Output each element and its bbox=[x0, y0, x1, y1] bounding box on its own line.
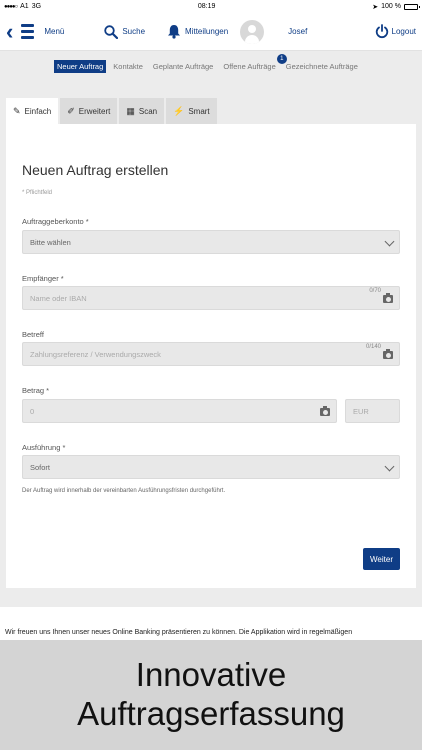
tab-einfach[interactable]: ✎ Einfach bbox=[6, 98, 59, 124]
recipient-input[interactable]: Name oder IBAN 0/70 bbox=[22, 286, 400, 310]
status-left: ●●●●○ A1 3G bbox=[4, 3, 41, 10]
recipient-placeholder: Name oder IBAN bbox=[30, 293, 87, 303]
camera-icon[interactable] bbox=[320, 406, 330, 416]
status-right: ➤ 100 % bbox=[372, 3, 420, 11]
avatar-body bbox=[245, 34, 260, 44]
bell-icon bbox=[168, 25, 181, 39]
account-label: Auftraggeberkonto * bbox=[22, 217, 89, 226]
logout-label: Logout bbox=[391, 27, 416, 36]
execution-help-text: Der Auftrag wird innerhalb der vereinbar… bbox=[22, 488, 226, 494]
power-icon bbox=[375, 24, 388, 38]
sub-navigation: Neuer Auftrag Kontakte Geplante Aufträge… bbox=[0, 51, 422, 81]
subnav-planned-orders[interactable]: Geplante Aufträge bbox=[150, 60, 216, 73]
magic-wand-icon: ⚡ bbox=[173, 105, 185, 116]
recipient-counter: 0/70 bbox=[369, 288, 381, 294]
subnav-contacts[interactable]: Kontakte bbox=[110, 60, 146, 73]
execution-select[interactable]: Sofort bbox=[22, 455, 400, 479]
location-arrow-icon: ➤ bbox=[372, 3, 379, 11]
status-bar: ●●●●○ A1 3G 08:19 ➤ 100 % bbox=[0, 0, 422, 13]
next-button[interactable]: Weiter bbox=[363, 548, 400, 570]
hamburger-icon bbox=[21, 24, 35, 39]
currency-field: EUR bbox=[345, 399, 400, 423]
required-note: * Pflichtfeld bbox=[22, 190, 53, 196]
chevron-down-icon bbox=[384, 461, 395, 472]
back-icon[interactable]: ‹ bbox=[6, 20, 13, 43]
carrier-name: A1 bbox=[20, 3, 29, 10]
subnav-open-orders-label: Offene Aufträge bbox=[223, 61, 276, 71]
battery-percent: 100 % bbox=[381, 3, 401, 10]
tab-label: Einfach bbox=[24, 106, 52, 116]
tab-scan[interactable]: ▦ Scan bbox=[119, 98, 165, 124]
order-form-card: Neuen Auftrag erstellen * Pflichtfeld Au… bbox=[6, 124, 416, 588]
account-select[interactable]: Bitte wählen bbox=[22, 230, 400, 254]
reference-counter: 0/140 bbox=[365, 344, 381, 350]
amount-input[interactable]: 0 bbox=[22, 399, 337, 423]
notifications-button[interactable]: Mitteilungen bbox=[167, 24, 228, 39]
app-header: ‹ Menü Suche Mitteilungen Josef Logout bbox=[0, 13, 422, 51]
camera-icon[interactable] bbox=[383, 293, 393, 303]
search-button[interactable]: Suche bbox=[104, 24, 146, 39]
tab-smart[interactable]: ⚡ Smart bbox=[166, 98, 217, 124]
battery-icon bbox=[403, 3, 420, 10]
menu-label: Menü bbox=[44, 27, 65, 36]
execution-select-value: Sofort bbox=[30, 462, 51, 472]
form-title: Neuen Auftrag erstellen bbox=[22, 162, 169, 178]
recipient-label: Empfänger * bbox=[22, 274, 64, 283]
tab-label: Smart bbox=[188, 106, 210, 116]
tab-erweitert[interactable]: ✐ Erweitert bbox=[60, 98, 118, 124]
reference-input[interactable]: Zahlungsreferenz / Verwendungszweck 0/14… bbox=[22, 342, 400, 366]
qr-code-icon: ▦ bbox=[126, 105, 135, 116]
caption-line-2: Auftragserfassung bbox=[77, 695, 345, 732]
welcome-text: Wir freuen uns Ihnen unser neues Online … bbox=[0, 607, 422, 640]
subnav-signed-orders[interactable]: Gezeichnete Aufträge bbox=[283, 60, 361, 73]
camera-icon[interactable] bbox=[383, 349, 393, 359]
expand-edit-icon: ✐ bbox=[67, 105, 75, 116]
logout-button[interactable]: Logout bbox=[375, 24, 416, 39]
amount-label: Betrag * bbox=[22, 386, 50, 395]
account-select-value: Bitte wählen bbox=[30, 237, 71, 247]
tab-label: Scan bbox=[138, 106, 158, 116]
status-time: 08:19 bbox=[197, 3, 216, 10]
promo-caption: Innovative Auftragserfassung bbox=[0, 640, 422, 750]
avatar-head bbox=[248, 24, 257, 33]
currency-value: EUR bbox=[353, 406, 369, 416]
user-name[interactable]: Josef bbox=[288, 27, 307, 36]
reference-label: Betreff bbox=[22, 330, 44, 339]
network-type: 3G bbox=[31, 3, 42, 10]
amount-placeholder: 0 bbox=[30, 406, 35, 416]
tab-label: Erweitert bbox=[78, 106, 111, 116]
search-icon bbox=[104, 24, 119, 39]
caption-line-1: Innovative bbox=[135, 656, 287, 694]
menu-button[interactable]: Menü bbox=[21, 24, 64, 39]
form-tabs: ✎ Einfach ✐ Erweitert ▦ Scan ⚡ Smart bbox=[6, 98, 217, 124]
reference-placeholder: Zahlungsreferenz / Verwendungszweck bbox=[30, 349, 161, 359]
subnav-open-orders[interactable]: Offene Aufträge 1 bbox=[220, 53, 287, 73]
chevron-down-icon bbox=[384, 236, 395, 247]
execution-label: Ausführung * bbox=[22, 443, 66, 452]
notifications-label: Mitteilungen bbox=[185, 27, 229, 36]
edit-icon: ✎ bbox=[13, 105, 21, 116]
subnav-new-order[interactable]: Neuer Auftrag bbox=[54, 59, 107, 73]
avatar[interactable] bbox=[240, 19, 265, 44]
signal-strength-icon: ●●●●○ bbox=[4, 3, 18, 10]
search-label: Suche bbox=[122, 27, 146, 36]
